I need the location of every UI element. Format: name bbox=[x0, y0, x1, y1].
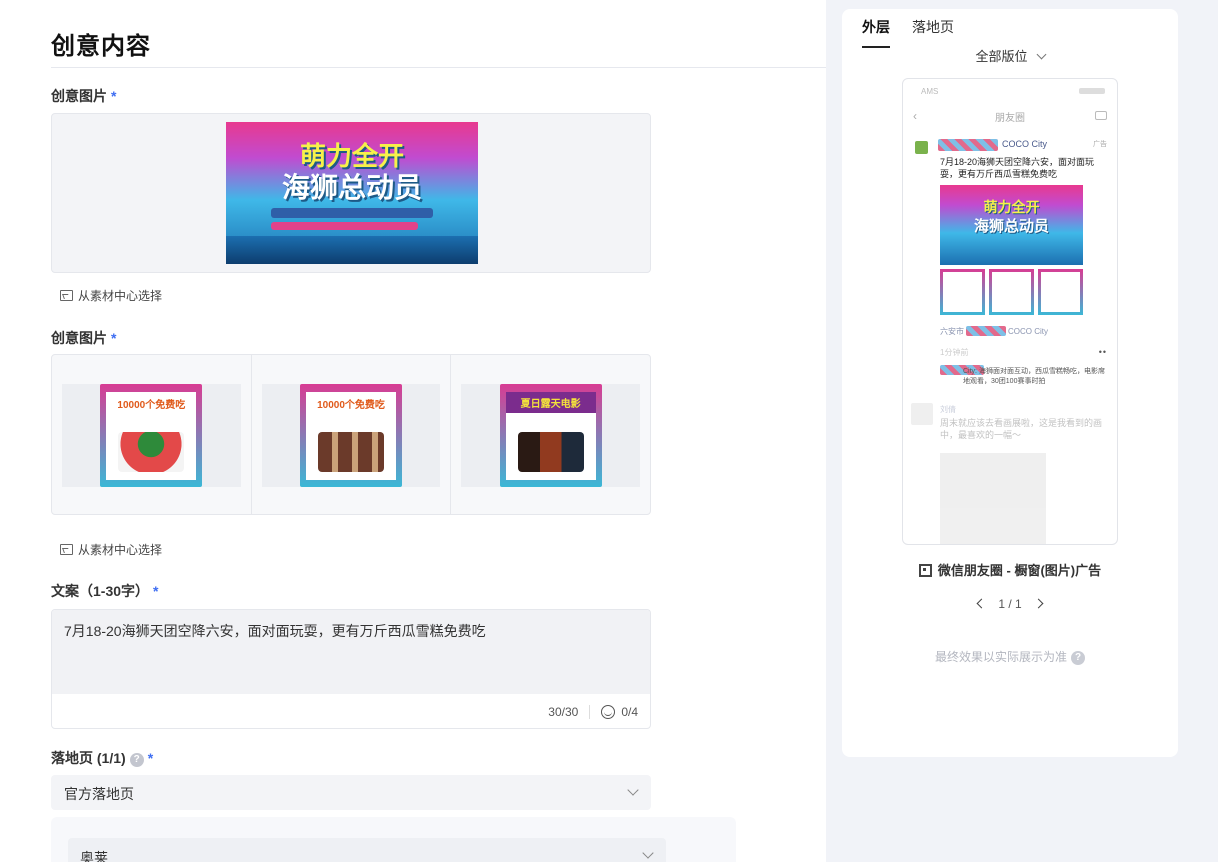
preview-disclaimer: 最终效果以实际展示为准? bbox=[842, 648, 1178, 665]
image-slot[interactable]: 10000个免费吃 bbox=[252, 355, 452, 514]
phone-preview: AMS ‹ 朋友圈 COCO City 广告 7月18-20海狮天团空降六安，面… bbox=[902, 78, 1118, 545]
thumbnail bbox=[989, 269, 1034, 315]
preview-banner: 萌力全开 海狮总动员 bbox=[940, 185, 1083, 265]
landing-page-select[interactable]: 奥莱 bbox=[68, 838, 666, 862]
post-text: 7月18-20海狮天团空降六安，面对面玩耍，更有万斤西瓜雪糕免费吃 bbox=[940, 157, 1095, 179]
page-indicator: 1 / 1 bbox=[998, 597, 1022, 611]
advertiser-name: COCO City bbox=[1002, 139, 1047, 149]
creative-image-upload[interactable]: 萌力全开 海狮总动员 bbox=[51, 113, 651, 273]
chevron-down-icon bbox=[642, 847, 654, 859]
movie-image bbox=[517, 432, 584, 472]
redacted-name bbox=[938, 139, 998, 151]
prev-page-icon[interactable] bbox=[976, 598, 987, 609]
status-icons bbox=[1079, 88, 1105, 94]
char-count: 30/30 bbox=[548, 705, 579, 719]
thumbnail-inner bbox=[943, 272, 982, 312]
chevron-down-icon bbox=[627, 784, 639, 796]
emoji-icon[interactable] bbox=[601, 705, 616, 719]
card-inner: 夏日露天电影 bbox=[505, 392, 596, 480]
copy-label: 文案（1-30字） * bbox=[51, 583, 159, 599]
avatar bbox=[915, 141, 928, 154]
more-icon: •• bbox=[1098, 347, 1107, 357]
select-value: 奥莱 bbox=[80, 850, 108, 862]
next-page-icon[interactable] bbox=[1033, 598, 1044, 609]
creative-image-label: 创意图片 * bbox=[51, 88, 117, 104]
next-post-image bbox=[940, 453, 1046, 544]
landing-page-label: 落地页 (1/1)? * bbox=[51, 750, 154, 767]
page-title: 创意内容 bbox=[51, 33, 151, 60]
title-divider bbox=[51, 67, 826, 68]
landing-type-select[interactable]: 官方落地页 bbox=[51, 775, 651, 810]
card-headline: 10000个免费吃 bbox=[117, 400, 186, 411]
ice-cream-image bbox=[318, 432, 384, 472]
tab-landing-page[interactable]: 落地页 bbox=[912, 17, 954, 48]
preview-banner-line2: 海狮总动员 bbox=[973, 218, 1049, 235]
creative-image-group: 10000个免费吃 10000个免费吃 夏日露天电影 bbox=[51, 354, 651, 515]
next-post-name: 刘倩 bbox=[940, 405, 956, 414]
image-slot[interactable]: 夏日露天电影 bbox=[451, 355, 650, 514]
copy-textarea[interactable]: 7月18-20海狮天团空降六安，面对面玩耍，更有万斤西瓜雪糕免费吃 30/30 … bbox=[51, 609, 651, 729]
thumbnail bbox=[1038, 269, 1083, 315]
image-slot[interactable]: 10000个免费吃 bbox=[52, 355, 252, 514]
moments-title: 朋友圈 bbox=[995, 113, 1025, 124]
avatar bbox=[911, 403, 933, 425]
preview-panel: 外层 落地页 全部版位 AMS ‹ 朋友圈 COCO City 广告 7月18-… bbox=[842, 9, 1178, 757]
creative-image-label: 创意图片 * bbox=[51, 330, 117, 346]
pick-from-library-button[interactable]: 从素材中心选择 bbox=[60, 541, 162, 558]
card-headline: 夏日露天电影 bbox=[505, 392, 596, 413]
image-library-icon bbox=[60, 290, 73, 301]
card-inner: 10000个免费吃 bbox=[106, 392, 197, 480]
copy-text[interactable]: 7月18-20海狮天团空降六安，面对面玩耍，更有万斤西瓜雪糕免费吃 bbox=[52, 610, 650, 694]
banner-reef bbox=[226, 236, 478, 264]
image-library-icon bbox=[60, 544, 73, 555]
thumbnail bbox=[940, 269, 985, 315]
status-bar-text: AMS bbox=[921, 87, 939, 96]
pick-from-library-button[interactable]: 从素材中心选择 bbox=[60, 287, 162, 304]
help-icon[interactable]: ? bbox=[129, 753, 144, 767]
banner-bar bbox=[271, 208, 433, 218]
divider bbox=[589, 705, 591, 719]
thumbnail-inner bbox=[992, 272, 1031, 312]
banner-line2: 海狮总动员 bbox=[281, 172, 422, 203]
creative-form-panel: 创意内容 创意图片 * 萌力全开 海狮总动员 从素材中心选择 创意图片 * 1000… bbox=[0, 0, 826, 862]
emoji-count: 0/4 bbox=[621, 705, 638, 719]
next-post-text: 周末就应该去看画展啦，这是我看到的画中，最喜欢的一幅～ bbox=[940, 418, 1103, 440]
ad-tag: 广告 bbox=[1093, 141, 1107, 148]
banner-image: 萌力全开 海狮总动员 bbox=[226, 122, 478, 264]
preview-thumbnails bbox=[940, 269, 1083, 315]
thumbnail-inner bbox=[1041, 272, 1080, 312]
help-icon[interactable]: ? bbox=[1071, 651, 1085, 665]
card-headline: 10000个免费吃 bbox=[317, 400, 385, 411]
camera-icon bbox=[1095, 111, 1107, 120]
tab-outer[interactable]: 外层 bbox=[862, 17, 890, 48]
preview-pager: 1 / 1 bbox=[842, 597, 1178, 611]
product-card: 夏日露天电影 bbox=[499, 384, 602, 487]
banner-bar bbox=[271, 222, 418, 230]
chevron-down-icon bbox=[1036, 49, 1046, 60]
post-time: 1分钟前 bbox=[940, 348, 969, 357]
watermelon-image bbox=[118, 432, 185, 472]
preview-tabs: 外层 落地页 bbox=[862, 17, 954, 48]
preview-banner-line1: 萌力全开 bbox=[983, 199, 1040, 215]
select-value: 官方落地页 bbox=[64, 786, 134, 802]
copy-counter: 30/30 0/4 bbox=[548, 705, 638, 719]
comment-text: City: 海狮面对面互动，西瓜雪糕畅吃，电影席地观看，30团100赛事时拍 bbox=[963, 368, 1105, 385]
redacted-location bbox=[966, 326, 1006, 336]
position-select[interactable]: 全部版位 bbox=[842, 46, 1178, 65]
card-inner: 10000个免费吃 bbox=[306, 392, 396, 480]
product-card: 10000个免费吃 bbox=[100, 384, 203, 487]
location: 六安市 COCO City bbox=[940, 326, 1048, 336]
qr-code-icon[interactable] bbox=[918, 564, 932, 577]
product-card: 10000个免费吃 bbox=[300, 384, 402, 487]
preview-caption: 微信朋友圈 - 橱窗(图片)广告 bbox=[842, 560, 1178, 579]
next-post: 刘倩 周末就应该去看画展啦，这是我看到的画中，最喜欢的一幅～ bbox=[903, 395, 1117, 544]
